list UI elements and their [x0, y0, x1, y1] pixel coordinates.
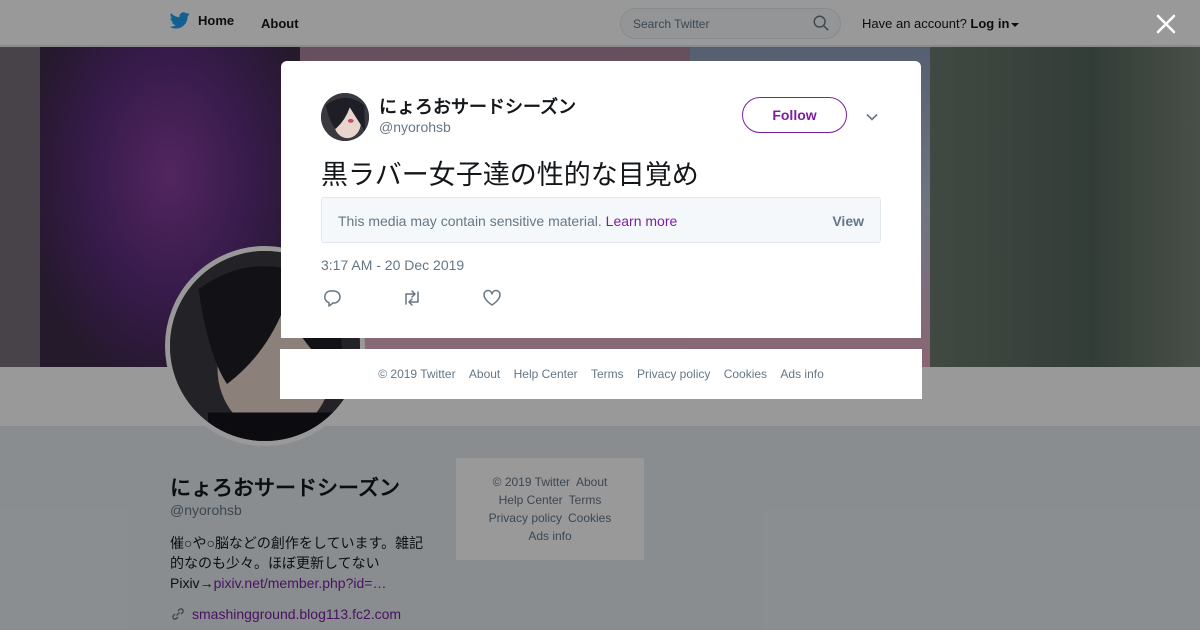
sensitive-media-notice: This media may contain sensitive materia… [321, 197, 881, 243]
modal-footer-about[interactable]: About [469, 367, 500, 381]
modal-footer-help[interactable]: Help Center [514, 367, 578, 381]
modal-footer-privacy[interactable]: Privacy policy [637, 367, 710, 381]
learn-more-link[interactable]: Learn more [606, 213, 678, 229]
sensitive-notice-message: This media may contain sensitive materia… [338, 213, 602, 229]
chevron-down-icon[interactable] [864, 109, 880, 125]
view-media-button[interactable]: View [832, 213, 864, 229]
modal-footer-copyright: © 2019 Twitter [378, 367, 456, 381]
tweet-author-name[interactable]: にょろおサードシーズン [379, 93, 576, 119]
tweet-author-avatar[interactable] [321, 93, 369, 141]
tweet-text: 黒ラバー女子達の性的な目覚め [321, 160, 699, 190]
follow-button[interactable]: Follow [742, 97, 847, 133]
avatar-illustration [321, 93, 369, 141]
tweet-author-handle[interactable]: @nyorohsb [379, 119, 451, 135]
modal-footer: © 2019 Twitter About Help Center Terms P… [280, 349, 922, 399]
retweet-icon[interactable] [402, 289, 422, 307]
modal-footer-cookies[interactable]: Cookies [724, 367, 767, 381]
reply-icon[interactable] [322, 289, 342, 307]
sensitive-notice-text: This media may contain sensitive materia… [338, 213, 677, 229]
like-icon[interactable] [482, 289, 502, 307]
modal-footer-terms[interactable]: Terms [591, 367, 624, 381]
close-icon[interactable] [1154, 12, 1178, 36]
tweet-modal: にょろおサードシーズン @nyorohsb Follow 黒ラバー女子達の性的な… [281, 61, 921, 338]
tweet-timestamp[interactable]: 3:17 AM - 20 Dec 2019 [321, 257, 464, 273]
modal-footer-ads[interactable]: Ads info [780, 367, 823, 381]
